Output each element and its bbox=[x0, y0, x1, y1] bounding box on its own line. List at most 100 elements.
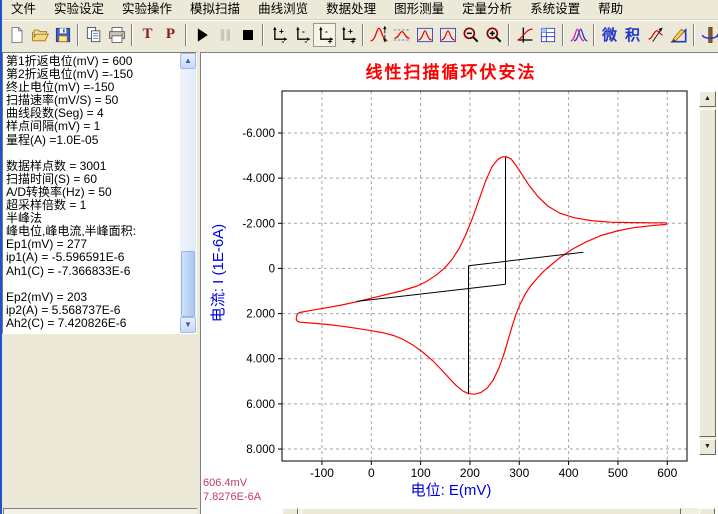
scroll-up-button[interactable]: ▲ bbox=[180, 53, 196, 69]
plot-svg[interactable]: -1000100200300400500600-6.000-4.000-2.00… bbox=[201, 53, 718, 514]
y-axis-label: 电流: I (1E-6A) bbox=[207, 163, 229, 383]
svg-text:+: + bbox=[348, 26, 353, 36]
scroll-down-button[interactable]: ▼ bbox=[180, 317, 196, 333]
x-axis-label: 电位: E(mV) bbox=[201, 479, 701, 500]
new-file-button[interactable] bbox=[5, 23, 28, 47]
save-icon bbox=[53, 25, 73, 45]
x-tick-label: 400 bbox=[559, 466, 579, 480]
result-line: ip2(A) = 5.568737E-6 bbox=[6, 304, 179, 317]
y-tick-label: 8.000 bbox=[246, 444, 275, 456]
stop-button[interactable] bbox=[236, 23, 259, 47]
result-line: 样点间隔(mV) = 1 bbox=[6, 120, 179, 133]
result-line: Ah1(C) = -7.366833E-6 bbox=[6, 265, 179, 278]
result-line: 扫描时间(S) = 60 bbox=[6, 173, 179, 186]
rotate-3d-button[interactable] bbox=[698, 23, 718, 47]
axis-quadrant-1-button[interactable]: +- bbox=[267, 23, 290, 47]
x-tick-label: 100 bbox=[411, 466, 431, 480]
svg-text:-: - bbox=[281, 36, 284, 45]
data-table-button[interactable] bbox=[536, 23, 559, 47]
copy-button[interactable] bbox=[82, 23, 105, 47]
run-button[interactable] bbox=[190, 23, 213, 47]
menu-item[interactable]: 实验设定 bbox=[45, 0, 113, 20]
y-tick-label: -4.000 bbox=[242, 173, 275, 185]
svg-text:+: + bbox=[279, 26, 284, 36]
menu-item[interactable]: 系统设置 bbox=[521, 0, 589, 20]
result-line: ip1(A) = -5.596591E-6 bbox=[6, 251, 179, 264]
menu-item[interactable]: 定量分析 bbox=[453, 0, 521, 20]
toolbar-separator bbox=[77, 24, 79, 46]
data-table-icon bbox=[538, 25, 558, 45]
axis-quadrant-4-button[interactable]: ++ bbox=[336, 23, 359, 47]
axis-quadrant-icon: +- bbox=[269, 25, 289, 45]
current-readout: 7.8276E-6A bbox=[203, 491, 261, 503]
toolbar-separator bbox=[131, 24, 133, 46]
toolbar-separator bbox=[593, 24, 595, 46]
menu-item[interactable]: 数据处理 bbox=[317, 0, 385, 20]
point-derivative-button[interactable] bbox=[644, 23, 667, 47]
zoom-out-icon bbox=[461, 25, 481, 45]
chart-hscroll-thumb[interactable] bbox=[301, 508, 681, 514]
chart-scroll-left-button[interactable] bbox=[282, 508, 298, 514]
axis-quadrant-icon: -+ bbox=[315, 25, 335, 45]
axis-quadrant-2-button[interactable]: -- bbox=[290, 23, 313, 47]
char-icon: T bbox=[142, 26, 152, 43]
y-tick-label: 2.000 bbox=[246, 309, 275, 321]
text-p-button[interactable]: P bbox=[159, 23, 182, 47]
app-window: 文件实验设定实验操作模拟扫描曲线浏览数据处理图形测量定量分析系统设置帮助 TP +… bbox=[0, 0, 718, 514]
zoom-out-button[interactable] bbox=[459, 23, 482, 47]
overlay-peaks-icon bbox=[569, 25, 589, 45]
toolbar-separator bbox=[693, 24, 695, 46]
curve-axis-icon bbox=[515, 25, 535, 45]
save-file-button[interactable] bbox=[51, 23, 74, 47]
integral-button[interactable]: 积 bbox=[621, 23, 644, 47]
overlay-peaks-button[interactable] bbox=[567, 23, 590, 47]
chart-horizontal-scrollbar[interactable] bbox=[299, 508, 699, 514]
y-tick-label: -2.000 bbox=[242, 218, 275, 230]
menu-bar: 文件实验设定实验操作模拟扫描曲线浏览数据处理图形测量定量分析系统设置帮助 bbox=[2, 0, 718, 20]
peak-window-icon bbox=[415, 25, 435, 45]
copy-icon bbox=[84, 25, 104, 45]
edit-pen-button[interactable] bbox=[667, 23, 690, 47]
text-t-button[interactable]: T bbox=[136, 23, 159, 47]
derivative-button[interactable]: 微 bbox=[598, 23, 621, 47]
open-file-button[interactable] bbox=[28, 23, 51, 47]
menu-item[interactable]: 文件 bbox=[2, 0, 45, 20]
toolbar-separator bbox=[508, 24, 510, 46]
toolbar: TP+----+++微积 bbox=[2, 20, 718, 48]
menu-item[interactable]: 实验操作 bbox=[113, 0, 181, 20]
point-derivative-icon bbox=[646, 25, 666, 45]
cathodic-baseline bbox=[469, 252, 584, 266]
cv-reverse-scan bbox=[296, 224, 667, 395]
curve-axis-button[interactable] bbox=[513, 23, 536, 47]
peak-compress-button[interactable] bbox=[390, 23, 413, 47]
pause-icon bbox=[215, 25, 235, 45]
peak-autoscale-button[interactable] bbox=[367, 23, 390, 47]
menu-item[interactable]: 帮助 bbox=[589, 0, 632, 20]
pause-button[interactable] bbox=[213, 23, 236, 47]
axis-quadrant-3-button[interactable]: -+ bbox=[313, 23, 336, 47]
menu-item[interactable]: 模拟扫描 bbox=[181, 0, 249, 20]
chart-scroll-right-button[interactable] bbox=[699, 508, 715, 514]
y-tick-label: 6.000 bbox=[246, 399, 275, 411]
cv-forward-scan bbox=[296, 157, 667, 318]
rotate-3d-icon bbox=[700, 25, 718, 45]
chart-scroll-thumb[interactable] bbox=[699, 109, 716, 437]
chart-scroll-down-button[interactable]: ▼ bbox=[699, 439, 716, 455]
scroll-thumb[interactable] bbox=[181, 251, 195, 317]
char-icon: 积 bbox=[625, 24, 640, 45]
chart-vertical-scrollbar[interactable]: ▲ ▼ bbox=[699, 91, 716, 455]
x-tick-label: -100 bbox=[310, 466, 334, 480]
peak-window-1-button[interactable] bbox=[413, 23, 436, 47]
chart-scroll-up-button[interactable]: ▲ bbox=[699, 91, 716, 107]
result-line: Ep2(mV) = 203 bbox=[6, 291, 179, 304]
results-vertical-scrollbar[interactable]: ▲ ▼ bbox=[180, 53, 196, 333]
print-button[interactable] bbox=[105, 23, 128, 47]
results-horizontal-scrollbar[interactable] bbox=[3, 508, 197, 514]
menu-item[interactable]: 图形测量 bbox=[385, 0, 453, 20]
menu-item[interactable]: 曲线浏览 bbox=[249, 0, 317, 20]
svg-text:-: - bbox=[325, 26, 328, 36]
peak-window-2-button[interactable] bbox=[436, 23, 459, 47]
zoom-in-button[interactable] bbox=[482, 23, 505, 47]
print-icon bbox=[107, 25, 127, 45]
peak-compress-icon bbox=[392, 25, 412, 45]
